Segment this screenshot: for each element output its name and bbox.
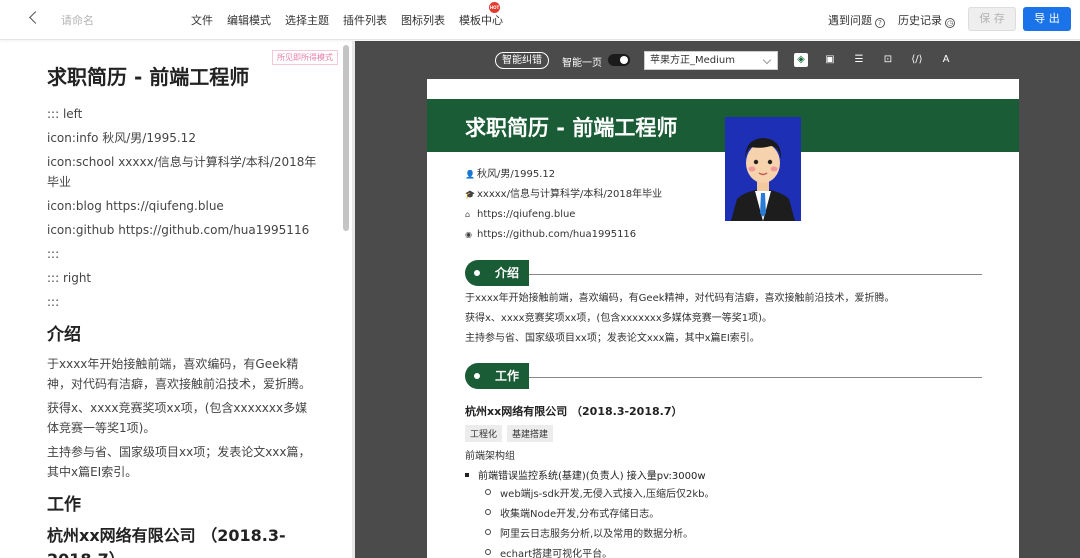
section-intro-title: 介绍 xyxy=(465,260,529,286)
editor-heading-intro: 介绍 xyxy=(47,325,81,345)
section-divider xyxy=(529,274,982,275)
resume-info-list: 👤 秋风/男/1995.12 🎓 xxxxx/信息与计算科学/本科/2018年毕业 … xyxy=(465,165,715,245)
info-row-name: 👤 秋风/男/1995.12 xyxy=(465,165,715,185)
menu-edit-mode[interactable]: 编辑模式 xyxy=(227,12,271,28)
resume-page: 求职简历 - 前端工程师 👤 秋风/男/1995.12 🎓 xxxxx/信息与计算科… xyxy=(427,79,1019,558)
section-work-title: 工作 xyxy=(465,363,529,389)
clock-icon: ◷ xyxy=(945,18,955,28)
menu-select-theme[interactable]: 选择主题 xyxy=(285,12,329,28)
skill-tags: 工程化 基建搭建 xyxy=(465,425,554,442)
project-subitem: 收集端Node开发,分布式存储日志。 xyxy=(485,505,965,525)
list-icon[interactable]: ☰ xyxy=(852,53,866,67)
project-subitem: echart搭建可视化平台。 xyxy=(485,545,965,558)
markdown-editor[interactable]: 所见即所得模式 求职简历 - 前端工程师 ::: left icon:info … xyxy=(0,41,355,558)
section-intro-header: 介绍 xyxy=(465,260,982,286)
resume-preview: 智能纠错 智能一页 苹果方正_Medium ◈ ▣ ☰ ⊡ ⟨/⟩ A 求职简历… xyxy=(355,41,1080,558)
history-link[interactable]: 历史记录 ◷ xyxy=(898,12,955,28)
info-text[interactable]: https://github.com/hua1995116 xyxy=(477,229,636,240)
editor-line: ::: right xyxy=(47,271,92,285)
skill-tag: 工程化 xyxy=(465,425,503,442)
editor-scrollbar[interactable] xyxy=(343,45,349,231)
section-divider xyxy=(529,377,982,378)
project-item: 前端错误监控系统(基建)(负责人) 接入量pv:3000w xyxy=(465,467,706,482)
info-row-github: ◉ https://github.com/hua1995116 xyxy=(465,225,715,245)
editor-paragraph: 主持参与省、国家级项目xx项；发表论文xxx篇，其中x篇EI索引。 xyxy=(47,445,311,479)
section-work-header: 工作 xyxy=(465,363,982,389)
editor-heading-company: 杭州xx网络有限公司 （2018.3-2018.7） xyxy=(47,526,286,558)
intro-paragraph: 主持参与省、国家级项目xx项；发表论文xxx篇，其中x篇EI索引。 xyxy=(465,333,760,344)
menu-template-center[interactable]: 模板中心 HOT xyxy=(459,2,503,28)
document-name-input[interactable]: 请命名 xyxy=(61,12,94,28)
editor-paragraph: 获得x、xxxx竞赛奖项xx项，(包含xxxxxxx多媒体竞赛一等奖1项)。 xyxy=(47,401,308,435)
editor-line: ::: xyxy=(47,295,60,309)
top-toolbar: 请命名 文件 编辑模式 选择主题 插件列表 图标列表 模板中心 HOT 遇到问题… xyxy=(0,0,1080,40)
intro-paragraph: 获得x、xxxx竞赛奖项xx项，(包含xxxxxxx多媒体竞赛一等奖1项)。 xyxy=(465,313,773,324)
id-card-icon[interactable]: ▣ xyxy=(823,53,837,67)
info-text: 秋风/男/1995.12 xyxy=(477,169,556,180)
project-subitems: web端js-sdk开发,无侵入式接入,压缩后仅2kb。 收集端Node开发,分… xyxy=(485,485,965,558)
menu-icon-list[interactable]: 图标列表 xyxy=(401,12,445,28)
faq-label: 遇到问题 xyxy=(828,14,872,27)
info-row-school: 🎓 xxxxx/信息与计算科学/本科/2018年毕业 xyxy=(465,185,715,205)
faq-link[interactable]: 遇到问题? xyxy=(828,12,885,28)
main-menu: 文件 编辑模式 选择主题 插件列表 图标列表 模板中心 HOT xyxy=(191,2,503,28)
role-title: 前端架构组 xyxy=(465,451,515,462)
history-label: 历史记录 xyxy=(898,14,942,27)
home-icon: ⌂ xyxy=(465,210,471,219)
resume-header: 求职简历 - 前端工程师 xyxy=(427,99,1019,152)
editor-paragraph: 于xxxx年开始接触前端，喜欢编码，有Geek精神，对代码有洁癖，喜欢接触前沿技… xyxy=(47,357,312,391)
intro-paragraphs: 于xxxx年开始接触前端，喜欢编码，有Geek精神，对代码有洁癖，喜欢接触前沿技… xyxy=(465,289,985,349)
graduation-icon: 🎓 xyxy=(465,190,475,199)
project-subitem: 阿里云日志服务分析,以及常用的数据分析。 xyxy=(485,525,965,545)
editor-line: icon:blog https://qiufeng.blue xyxy=(47,199,224,213)
one-page-toggle[interactable] xyxy=(608,54,630,66)
hot-badge: HOT xyxy=(489,2,500,13)
preview-toolbar: 智能纠错 智能一页 苹果方正_Medium ◈ ▣ ☰ ⊡ ⟨/⟩ A xyxy=(355,49,1080,73)
avatar-illustration xyxy=(725,117,801,221)
resume-title: 求职简历 - 前端工程师 xyxy=(465,116,678,140)
editor-line: ::: xyxy=(47,247,60,261)
editor-heading-work: 工作 xyxy=(47,495,81,515)
back-arrow-icon[interactable] xyxy=(26,9,44,29)
theme-icon[interactable]: ◈ xyxy=(794,53,808,67)
text-icon[interactable]: ⊡ xyxy=(881,53,895,67)
editor-line: icon:info 秋风/男/1995.12 xyxy=(47,131,196,145)
editor-content[interactable]: 求职简历 - 前端工程师 ::: left icon:info 秋风/男/199… xyxy=(47,61,319,558)
smart-fix-button[interactable]: 智能纠错 xyxy=(495,52,549,69)
editor-line: icon:school xxxxx/信息与计算科学/本科/2018年毕业 xyxy=(47,155,317,189)
info-text[interactable]: https://qiufeng.blue xyxy=(477,209,575,220)
font-select[interactable]: 苹果方正_Medium xyxy=(644,51,778,70)
one-page-label: 智能一页 xyxy=(562,58,602,69)
project-subitem: web端js-sdk开发,无侵入式接入,压缩后仅2kb。 xyxy=(485,485,965,505)
save-button[interactable]: 保 存 xyxy=(968,7,1016,31)
editor-heading-1: 求职简历 - 前端工程师 xyxy=(47,65,250,89)
export-button[interactable]: 导 出 xyxy=(1023,7,1071,31)
help-icon: ? xyxy=(875,18,885,28)
code-icon[interactable]: ⟨/⟩ xyxy=(910,53,924,67)
intro-paragraph: 于xxxx年开始接触前端，喜欢编码，有Geek精神，对代码有洁癖，喜欢接触前沿技… xyxy=(465,293,895,304)
editor-line: icon:github https://github.com/hua199511… xyxy=(47,223,310,237)
menu-plugin-list[interactable]: 插件列表 xyxy=(343,12,387,28)
user-icon: 👤 xyxy=(465,170,475,179)
github-icon: ◉ xyxy=(465,230,472,239)
skill-tag: 基建搭建 xyxy=(507,425,554,442)
info-row-blog: ⌂ https://qiufeng.blue xyxy=(465,205,715,225)
menu-file[interactable]: 文件 xyxy=(191,12,213,28)
editor-line: ::: left xyxy=(47,107,83,121)
font-size-icon[interactable]: A xyxy=(939,53,953,67)
profile-photo xyxy=(725,117,801,221)
info-text: xxxxx/信息与计算科学/本科/2018年毕业 xyxy=(477,189,663,200)
menu-template-center-label: 模板中心 xyxy=(459,14,503,27)
company-title: 杭州xx网络有限公司 （2018.3-2018.7） xyxy=(465,405,683,418)
